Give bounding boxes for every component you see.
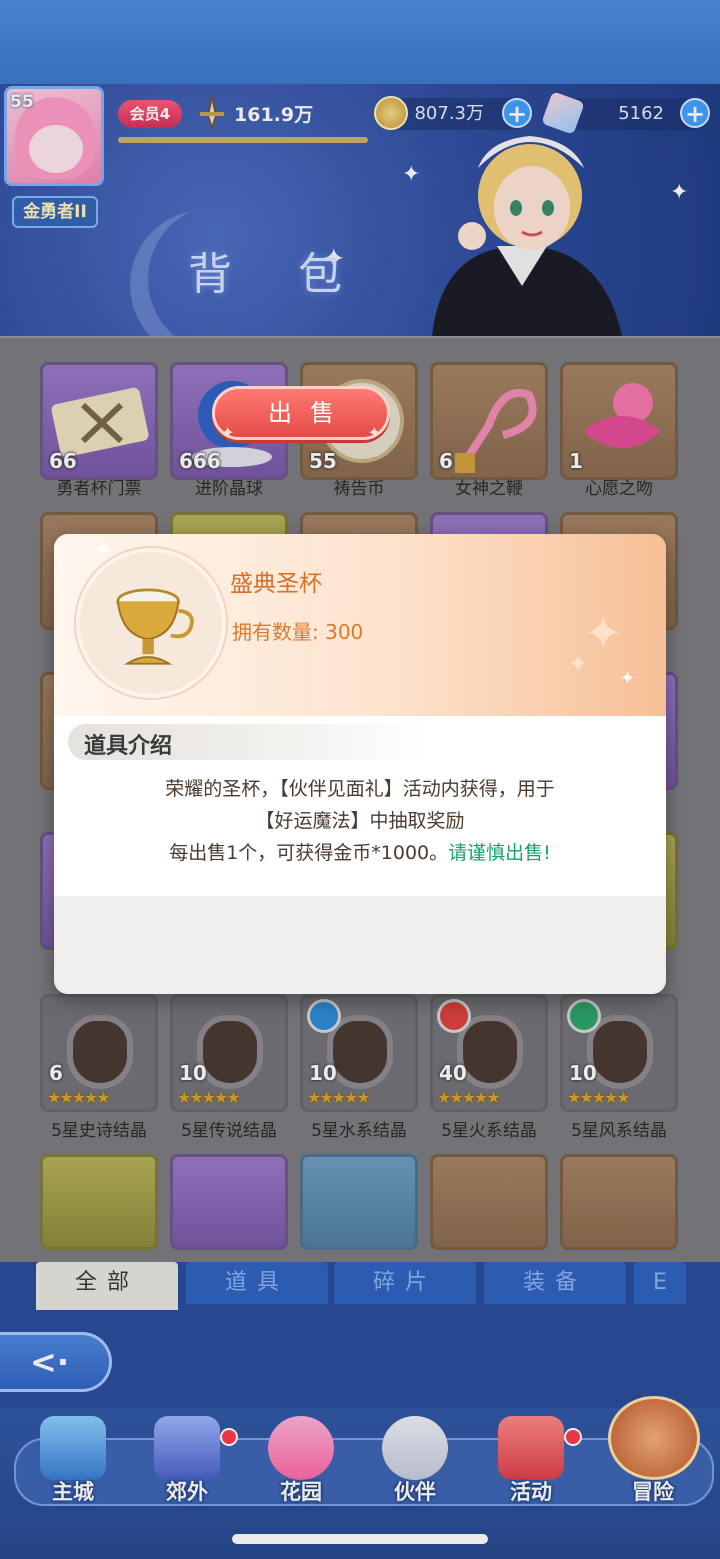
category-tabs: 全部 道具 碎片 装备 E [36,1262,686,1310]
item-name: 5星风系结晶 [571,1121,667,1141]
castle-icon [40,1416,106,1480]
item-name: 5星火系结晶 [441,1121,537,1141]
nav-events[interactable]: 活动 [476,1416,586,1512]
owned-count: 拥有数量: 300 [232,616,363,645]
partner-portrait-icon [382,1416,448,1480]
sparkle-icon: ✦ [620,668,636,689]
sparkle-icon: ✦ [568,650,589,678]
nav-partners[interactable]: 伙伴 [360,1416,470,1512]
star-shield-icon [154,1416,220,1480]
home-indicator [232,1534,488,1544]
fire-element-icon [437,999,471,1033]
player-level: 55 [10,92,34,112]
sell-button[interactable]: ✦ 出售 ✦ [212,386,390,442]
item-slot[interactable] [430,1154,548,1250]
item-name: 5星传说结晶 [181,1121,277,1141]
item-name: 心愿之吻 [585,479,653,499]
owned-value: 300 [325,620,364,644]
chalice-icon [116,588,194,665]
nav-garden[interactable]: 花园 [246,1416,356,1512]
item-name: 进阶晶球 [195,479,263,499]
item-slot[interactable]: 1 [560,362,678,480]
description-line: 荣耀的圣杯，【伙伴见面礼】活动内获得，用于 [165,778,555,800]
wind-element-icon [567,999,601,1033]
section-title: 道具介绍 [84,734,173,759]
crystal-icon [67,1015,133,1089]
vip-badge[interactable]: 会员4 [118,100,182,128]
warning-text: 请谨慎出售! [448,842,551,864]
notification-dot [564,1428,582,1446]
page-title: 背 包 [188,249,368,300]
compass-icon [608,1396,700,1480]
item-name: 女神之鞭 [455,479,523,499]
experience-bar [118,137,368,143]
item-slot[interactable]: 10 ★★★★★ [170,994,288,1112]
item-title: 盛典圣杯 [230,571,322,597]
item-name: 祷告币 [333,479,385,499]
rating-stars: ★★★★★ [47,1088,111,1107]
item-detail-dialog: ✦ ✦ ✦ ✦ 盛典圣杯 拥有数量: 300 道具介绍 荣耀的圣杯，【伙伴见面礼… [54,534,666,994]
sparkle-icon: ✦ [584,606,623,660]
item-name: 勇者杯门票 [56,479,142,499]
item-slot[interactable]: 10 ★★★★★ [300,994,418,1112]
item-slot[interactable] [170,1154,288,1250]
character-illustration [432,136,622,336]
item-slot[interactable]: 66 [40,362,158,480]
description-line: 【好运魔法】中抽取奖励 [255,810,465,832]
tab-equipment[interactable]: 装备 [484,1262,626,1304]
item-slot[interactable]: 6 ★★★★★ [40,994,158,1112]
item-slot[interactable] [560,1154,678,1250]
sparkle-icon: ✦ [221,423,235,442]
rating-stars: ★★★★★ [437,1088,501,1107]
rating-stars: ★★★★★ [567,1088,631,1107]
item-slot[interactable] [40,1154,158,1250]
water-element-icon [307,999,341,1033]
tab-all[interactable]: 全部 [36,1262,178,1310]
rank-badge: 金勇者II [12,196,98,228]
star-icon: ✦ [670,180,689,205]
item-name: 5星水系结晶 [311,1121,407,1141]
sparkle-icon: ✦ [94,538,113,563]
item-slot[interactable] [300,1154,418,1250]
nav-adventure[interactable]: 冒险 [598,1396,708,1512]
top-banner [0,0,720,84]
rating-stars: ★★★★★ [177,1088,241,1107]
combat-power: 161.9万 [234,104,314,126]
nav-outskirts[interactable]: 郊外 [132,1416,242,1512]
tab-fragments[interactable]: 碎片 [334,1262,476,1304]
add-gem-button[interactable]: + [680,98,710,128]
sell-info: 每出售1个，可获得金币*1000。请谨慎出售! [169,842,551,864]
item-slot[interactable]: 6 [430,362,548,480]
gold-coin-icon [374,96,408,130]
back-icon: <· [30,1343,69,1381]
item-icon-frame [76,548,226,698]
back-button[interactable]: <· [0,1332,112,1392]
item-name: 5星史诗结晶 [51,1121,147,1141]
dialog-header: ✦ ✦ ✦ ✦ 盛典圣杯 拥有数量: 300 [54,534,666,716]
owned-label: 拥有数量: [232,620,319,644]
sparkle-icon: ✦ [367,423,381,442]
power-sword-icon [200,95,224,132]
gift-box-icon [498,1416,564,1480]
rating-stars: ★★★★★ [307,1088,371,1107]
tab-items[interactable]: 道具 [186,1262,328,1304]
add-gold-button[interactable]: + [502,98,532,128]
tab-more[interactable]: E [634,1262,686,1304]
heart-icon [268,1416,334,1480]
notification-dot [220,1428,238,1446]
nav-main-city[interactable]: 主城 [18,1416,128,1512]
item-slot[interactable]: 40 ★★★★★ [430,994,548,1112]
item-slot[interactable]: 10 ★★★★★ [560,994,678,1112]
